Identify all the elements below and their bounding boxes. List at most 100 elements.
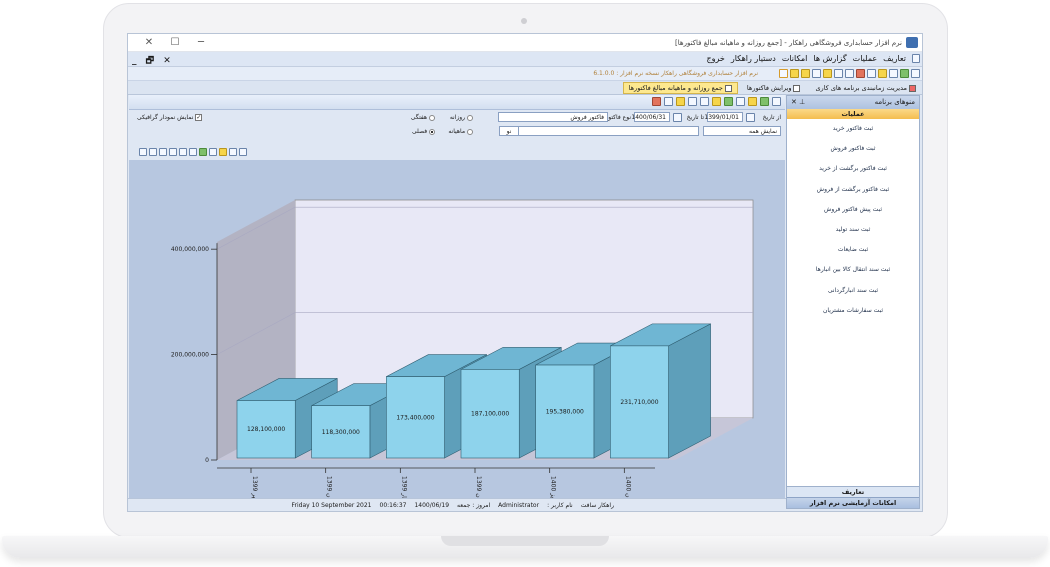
bulb-icon[interactable] (676, 97, 685, 106)
menu-operations[interactable]: عملیات (853, 54, 877, 63)
status-bar: راهکار سافت نام کاربر : Administrator ام… (128, 498, 786, 511)
print-icon[interactable] (700, 97, 709, 106)
menu-exit[interactable]: خروج (706, 54, 724, 63)
page-icon[interactable] (664, 97, 673, 106)
monthly-radio[interactable] (467, 128, 473, 135)
panel-pin-close[interactable]: ✕ ⊥ (791, 98, 805, 107)
status-gregorian-date: Friday 10 September 2021 (291, 502, 372, 509)
status-username-label: نام کاربر : (547, 502, 573, 509)
close-button[interactable]: ✕ (136, 36, 162, 50)
list-item[interactable]: ثبت سند انبارگردانی (787, 281, 919, 301)
chart-tools (139, 148, 247, 156)
seasonal-radio[interactable] (429, 128, 435, 135)
chart-type-icon[interactable] (219, 148, 227, 156)
search-icon[interactable] (845, 69, 854, 78)
bulb-icon[interactable] (823, 69, 832, 78)
main-toolbar: نرم افزار حسابداری فروشگاهی راهکار نسخه … (128, 67, 922, 81)
show-all-select[interactable]: نمایش همه (703, 126, 781, 136)
calculator-icon[interactable] (889, 69, 898, 78)
panel-definitions-button[interactable]: تعاریف (787, 486, 919, 497)
menu-definitions[interactable]: تعاریف (883, 54, 906, 63)
list-item[interactable]: ثبت پیش فاکتور فروش (787, 200, 919, 220)
list-item[interactable]: ثبت فاکتور برگشت از فروش (787, 180, 919, 200)
calendar-icon[interactable] (673, 113, 682, 122)
panel-trial-button[interactable]: امکانات آزمایشی نرم افزار (787, 497, 919, 508)
chart-pen-icon[interactable] (229, 148, 237, 156)
chart-print-icon[interactable] (159, 148, 167, 156)
weekly-radio-label[interactable]: هفتگی (411, 114, 435, 121)
binoculars-icon[interactable] (772, 97, 781, 106)
window-icon[interactable] (911, 69, 920, 78)
daily-radio[interactable] (467, 114, 473, 121)
menu-facilities[interactable]: امکانات (782, 54, 808, 63)
filter-combo[interactable] (499, 126, 699, 136)
y-tick-label: 400,000,000 (171, 246, 209, 253)
show-chart-option[interactable]: ✓ نمایش نمودار گرافیکی (137, 114, 203, 121)
app-version-text: نرم افزار حسابداری فروشگاهی راهکار نسخه … (593, 70, 758, 77)
menu-assistant[interactable]: دستیار راهکار (731, 54, 776, 63)
tab-label: ویرایش فاکتورها (746, 84, 792, 92)
tab-scheduling[interactable]: مدیریت زمانبندی برنامه های کاری (809, 82, 922, 94)
excel-icon[interactable] (724, 97, 733, 106)
calendar-icon[interactable] (867, 69, 876, 78)
clock-icon[interactable] (812, 69, 821, 78)
weekly-radio[interactable] (429, 114, 435, 121)
chart-icon[interactable] (760, 97, 769, 106)
to-date-input[interactable]: 1400/06/31 (631, 112, 670, 122)
chart-color-icon[interactable] (199, 148, 207, 156)
minimize-button[interactable]: ─ (188, 36, 214, 50)
show-chart-checkbox[interactable]: ✓ (195, 114, 203, 121)
status-today-label: امروز : جمعه (457, 502, 491, 509)
bar[interactable]: 231,710,000 (610, 323, 711, 459)
bar-value-label: 231,710,000 (620, 399, 658, 406)
seasonal-radio-label[interactable]: فصلی (412, 128, 435, 135)
pie-chart-icon[interactable] (748, 97, 757, 106)
y-tick-label: 200,000,000 (171, 352, 209, 359)
chart-copy-icon[interactable] (149, 148, 157, 156)
report-content: از تاریخ 1399/01/01 تا تاریخ 1400/06/31 … (129, 95, 785, 511)
tab-invoice-totals[interactable]: جمع روزانه و ماهیانه مبالغ فاکتورها (622, 82, 738, 94)
lock-icon[interactable] (801, 69, 810, 78)
monthly-radio-text: ماهیانه (448, 128, 466, 135)
chart-legend-icon[interactable] (209, 148, 217, 156)
chart-3d-icon[interactable] (179, 148, 187, 156)
tab-label: مدیریت زمانبندی برنامه های کاری (815, 84, 907, 92)
monthly-radio-label[interactable]: ماهیانه (448, 128, 473, 135)
chart-edit-icon[interactable] (139, 148, 147, 156)
table-icon[interactable] (736, 97, 745, 106)
printer-setup-icon[interactable] (688, 97, 697, 106)
list-item[interactable]: ثبت سند انتقال کالا بین انبارها (787, 260, 919, 280)
maximize-button[interactable]: ☐ (162, 36, 188, 50)
invoice-type-select[interactable]: فاکتور فروش (498, 112, 608, 122)
new-button[interactable]: نو (499, 126, 519, 136)
bar-value-label: 187,100,000 (471, 411, 509, 418)
daily-radio-label[interactable]: روزانه (450, 114, 473, 121)
tab-label: جمع روزانه و ماهیانه مبالغ فاکتورها (628, 84, 723, 92)
menu-reports[interactable]: گزارش ها (813, 54, 846, 63)
image-icon[interactable] (712, 97, 721, 106)
chart-grid-icon[interactable] (189, 148, 197, 156)
chart-help-icon[interactable] (239, 148, 247, 156)
list-item[interactable]: ثبت فاکتور برگشت از خرید (787, 159, 919, 179)
list-item[interactable]: ثبت فاکتور خرید (787, 119, 919, 139)
chart-zoom-icon[interactable] (169, 148, 177, 156)
folder-icon[interactable] (878, 69, 887, 78)
list-item[interactable]: ثبت ضایعات (787, 240, 919, 260)
camera-icon (521, 18, 527, 24)
user-icon[interactable] (790, 69, 799, 78)
menu-bar: _ 🗗 ✕ تعاریف عملیات گزارش ها امکانات دست… (128, 52, 922, 67)
status-today-date: 1400/06/19 (414, 502, 450, 509)
weekly-radio-text: هفتگی (410, 114, 428, 121)
list-item[interactable]: ثبت سند تولید (787, 220, 919, 240)
refresh-icon[interactable] (900, 69, 909, 78)
stack-icon[interactable] (652, 97, 661, 106)
print-icon[interactable] (834, 69, 843, 78)
from-date-input[interactable]: 1399/01/01 (704, 112, 743, 122)
link-icon[interactable] (856, 69, 865, 78)
tab-edit-invoices[interactable]: ویرایش فاکتورها (741, 82, 807, 94)
list-item[interactable]: ثبت فاکتور فروش (787, 139, 919, 159)
list-item[interactable]: ثبت سفارشات مشتریان (787, 301, 919, 321)
clock-icon (909, 84, 916, 92)
calendar-icon[interactable] (746, 113, 755, 122)
layout-icon[interactable] (779, 69, 788, 78)
